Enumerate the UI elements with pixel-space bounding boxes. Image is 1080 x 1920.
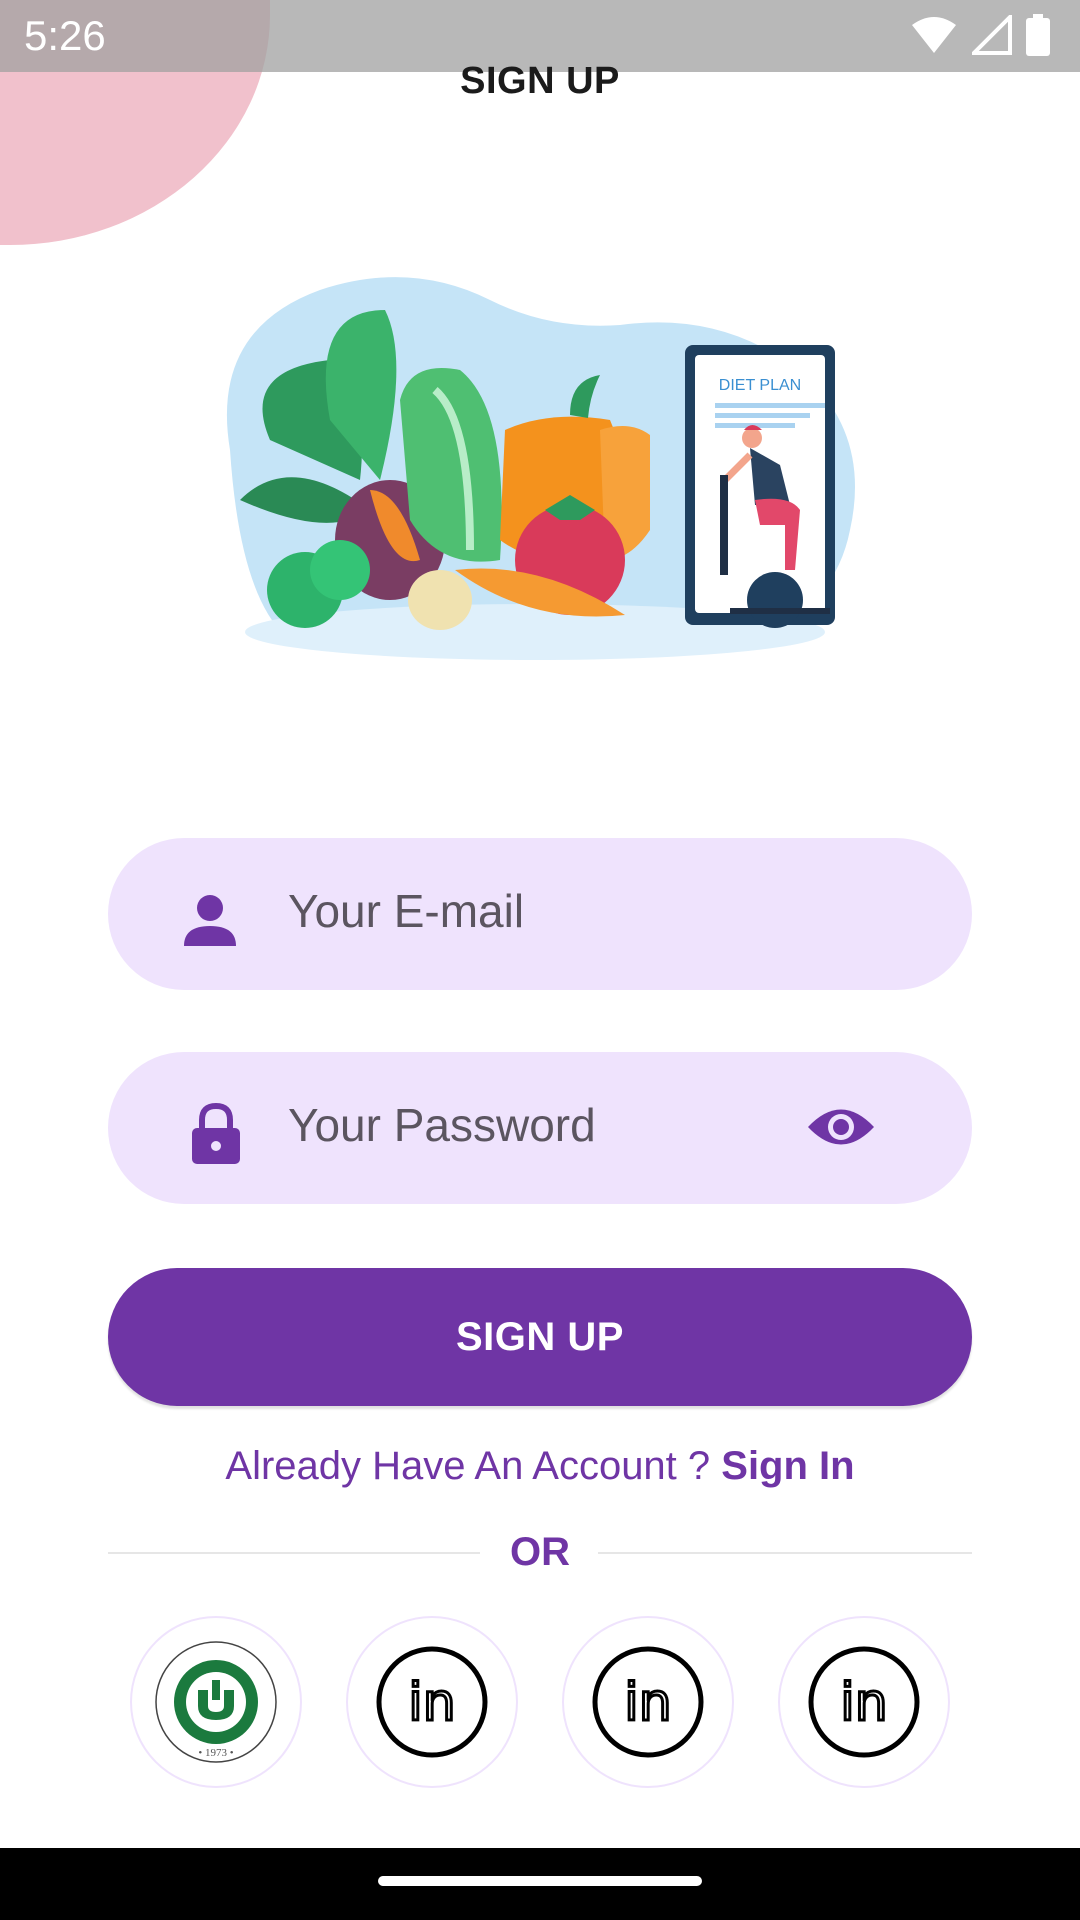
signup-button[interactable]: SIGN UP: [108, 1268, 972, 1406]
linkedin-button-3[interactable]: in: [778, 1616, 950, 1788]
linkedin-icon: in: [808, 1646, 920, 1758]
university-seal-logo: • 1973 •: [155, 1641, 277, 1763]
password-placeholder: Your Password: [288, 1099, 596, 1151]
linkedin-button-2[interactable]: in: [562, 1616, 734, 1788]
signal-icon: [972, 15, 1012, 55]
divider-line-right: [598, 1552, 972, 1554]
email-field[interactable]: Your E-mail: [108, 838, 972, 990]
linkedin-label: in: [408, 1673, 455, 1733]
linkedin-button-1[interactable]: in: [346, 1616, 518, 1788]
diet-plan-card-title: DIET PLAN: [719, 377, 801, 394]
password-field[interactable]: Your Password: [108, 1052, 972, 1204]
linkedin-label: in: [840, 1673, 887, 1733]
wifi-icon: [912, 17, 956, 53]
signin-prompt-text: Already Have An Account ?: [225, 1444, 722, 1488]
diet-plan-illustration: DIET PLAN: [226, 277, 855, 660]
linkedin-icon: in: [592, 1646, 704, 1758]
lock-icon: [192, 1102, 240, 1164]
signin-link[interactable]: Sign In: [721, 1444, 854, 1488]
status-time: 5:26: [24, 12, 106, 59]
battery-icon: [1026, 14, 1050, 56]
status-icons: [910, 14, 1050, 56]
linkedin-icon: in: [376, 1646, 488, 1758]
page-title: SIGN UP: [460, 60, 620, 102]
eye-icon[interactable]: [806, 1102, 876, 1152]
person-icon: [184, 895, 236, 946]
email-placeholder: Your E-mail: [288, 885, 525, 937]
home-gesture-handle[interactable]: [378, 1876, 702, 1886]
university-login-button[interactable]: • 1973 •: [130, 1616, 302, 1788]
svg-text:• 1973 •: • 1973 •: [198, 1747, 233, 1759]
linkedin-label: in: [624, 1673, 671, 1733]
signin-prompt: Already Have An Account ? Sign In: [0, 1444, 1080, 1489]
